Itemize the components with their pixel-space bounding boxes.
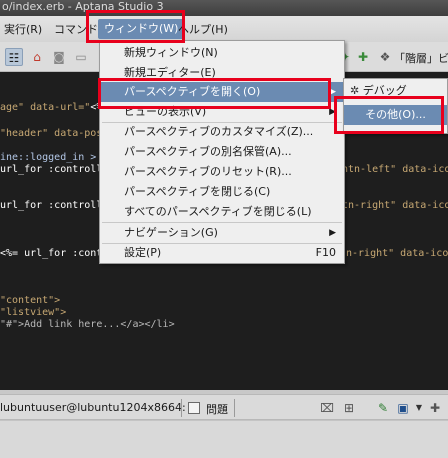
code-line: url_for :controller [0,200,115,211]
menu-item-preferences[interactable]: 設定(P) F10 [100,243,344,263]
menu-item-close-all-perspectives[interactable]: すべてのパースペクティブを閉じる(L) [100,202,344,222]
divider [181,399,182,417]
camera-icon[interactable]: ◙ [50,48,68,66]
window-title: o/index.erb - Aptana Studio 3 [0,0,448,16]
code-line: ntn-left" data-icon="mi [342,164,448,175]
open-perspective-submenu: ✲ デバッグ その他(O)... [343,78,448,134]
submenu-item-debug[interactable]: ✲ デバッグ [344,81,447,101]
perspective-label[interactable]: 「階層」ビュ [394,50,448,66]
home-icon[interactable]: ⌂ [28,48,46,66]
chevron-right-icon: ▶ [329,228,336,238]
menu-item-reset-perspective[interactable]: パースペクティブのリセット(R)... [100,162,344,182]
menu-item-show-view[interactable]: ビューの表示(V) ▶ [100,102,344,122]
code-line: url_for :controller [0,164,115,175]
menu-item-close-perspective[interactable]: パースペクティブを閉じる(C) [100,182,344,202]
chevron-right-icon: ▶ [329,107,336,117]
code-line: "content"> [0,295,61,306]
code-line: n-right" data-icon=" [346,248,448,259]
window-menu: 新規ウィンドウ(N) 新規エディター(E) パースペクティブを開く(O) ▶ ビュ… [99,40,345,264]
bottom-panel-tabs: lubuntuuser@lubuntu1204x8664: ~ 問題 ⌧ ⊞ ✎… [0,394,448,420]
perspective-icon[interactable]: ❖ [376,48,394,66]
lock-icon[interactable]: ⊞ [340,399,358,417]
bug-icon: ✲ [350,84,360,97]
menu-item-save-perspective-as[interactable]: パースペクティブの別名保管(A)... [100,142,344,162]
code-line: "#">Add link here...</a></li> [0,319,175,330]
menu-help[interactable]: ヘルプ(H) [178,21,228,37]
menu-window[interactable]: ウィンドウ(W) [98,19,185,39]
menu-item-customize-perspective[interactable]: パースペクティブのカスタマイズ(Z)... [100,122,344,142]
menu-run[interactable]: 実行(R) [4,21,42,37]
pin-icon[interactable]: ✎ [374,399,392,417]
divider [234,399,235,417]
new-console-icon[interactable]: ✚ [426,399,444,417]
menu-item-new-editor[interactable]: 新規エディター(E) [100,63,344,83]
submenu-item-other[interactable]: その他(O)... [344,105,447,125]
window-icon[interactable]: ▭ [72,48,90,66]
menu-item-open-perspective[interactable]: パースペクティブを開く(O) ▶ [100,82,344,102]
code-line: "header" data-posit [0,128,115,139]
refresh-icon[interactable]: ✚ [354,48,372,66]
code-line: tn-right" data-icon="s [342,200,448,211]
status-bar [0,420,448,458]
tab-problems[interactable]: 問題 [206,401,228,417]
menu-item-new-window[interactable]: 新規ウィンドウ(N) [100,43,344,63]
clear-icon[interactable]: ⌧ [318,399,336,417]
menu-bar: 実行(R) コマンド ウィンドウ(W) ヘルプ(H) [0,16,448,42]
hierarchy-icon[interactable]: ☷ [5,48,23,66]
code-line: "listview"> [0,307,67,318]
problems-icon [188,402,200,414]
chevron-right-icon: ▶ [329,87,336,97]
tab-terminal[interactable]: lubuntuuser@lubuntu1204x8664: ~ [0,401,198,414]
menu-item-navigation[interactable]: ナビゲーション(G) ▶ [100,223,344,243]
menu-commands[interactable]: コマンド [54,21,98,37]
